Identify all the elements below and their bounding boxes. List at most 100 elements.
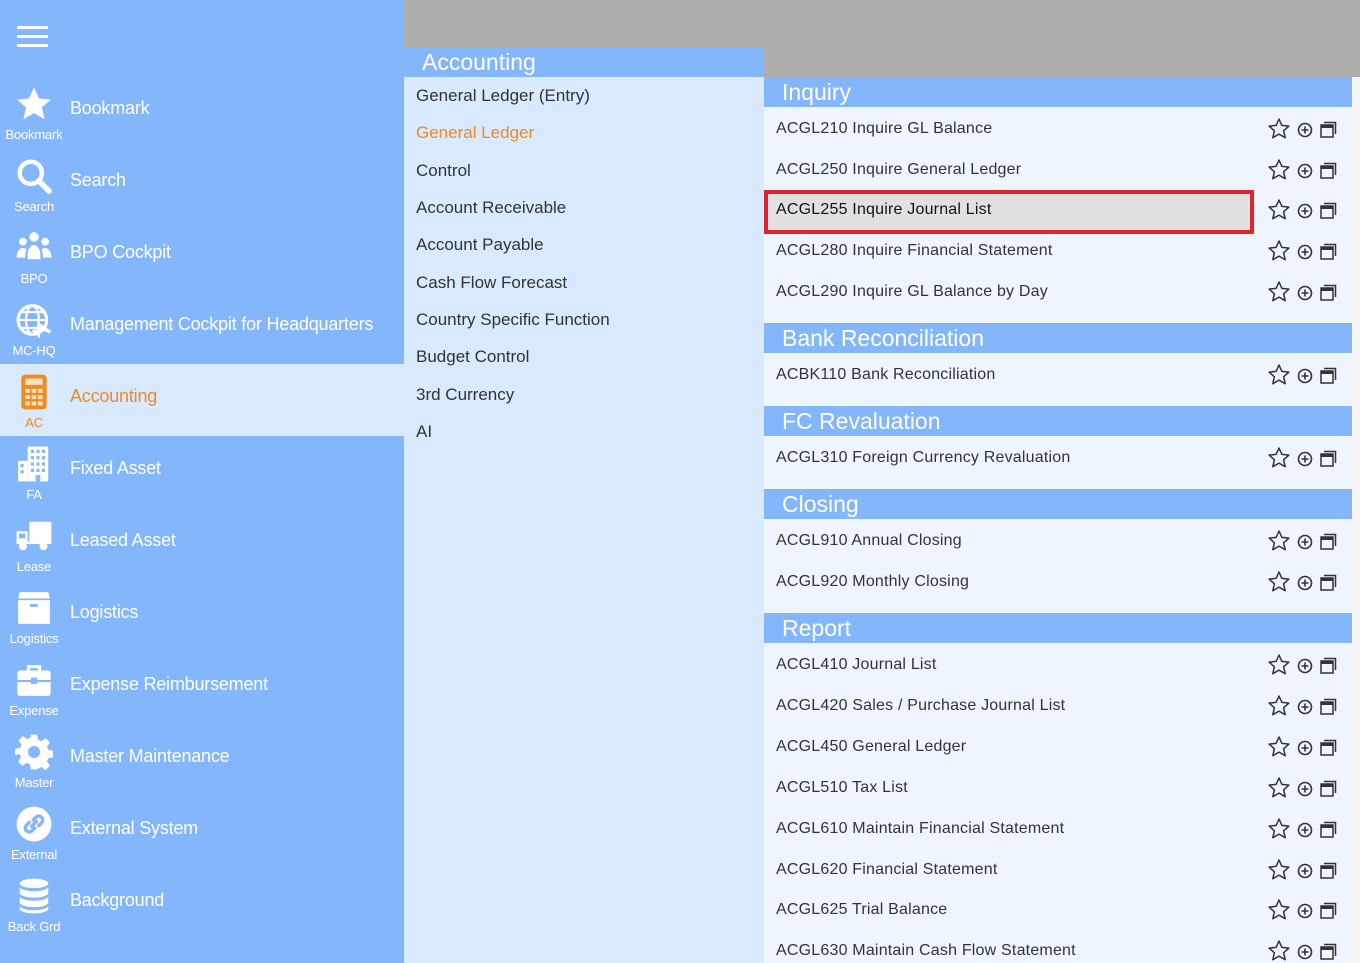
bookmark-star-icon[interactable] xyxy=(1267,529,1291,553)
bookmark-star-icon[interactable] xyxy=(1267,280,1291,304)
program-row[interactable]: ACGL310 Foreign Currency Revaluation xyxy=(764,438,1352,479)
category-item-3rd-currency[interactable]: 3rd Currency xyxy=(416,385,514,405)
program-label[interactable]: ACGL620 Financial Statement xyxy=(776,861,998,879)
category-item-ai[interactable]: AI xyxy=(416,422,432,442)
new-window-icon[interactable] xyxy=(1320,657,1337,674)
program-row[interactable]: ACGL210 Inquire GL Balance xyxy=(764,109,1352,150)
program-label[interactable]: ACGL255 Inquire Journal List xyxy=(776,201,992,219)
category-item-account-receivable[interactable]: Account Receivable xyxy=(416,198,566,218)
program-row[interactable]: ACGL450 General Ledger xyxy=(764,727,1352,768)
add-circle-icon[interactable] xyxy=(1297,740,1313,756)
program-label[interactable]: ACGL420 Sales / Purchase Journal List xyxy=(776,697,1065,715)
program-label[interactable]: ACGL450 General Ledger xyxy=(776,738,966,756)
sidebar-item-accounting[interactable]: AC Accounting xyxy=(0,364,404,436)
bookmark-star-icon[interactable] xyxy=(1267,158,1291,182)
new-window-icon[interactable] xyxy=(1320,121,1337,138)
program-row[interactable]: ACGL630 Maintain Cash Flow Statement xyxy=(764,931,1352,963)
program-label[interactable]: ACBK110 Bank Reconciliation xyxy=(776,366,995,384)
program-label[interactable]: ACGL310 Foreign Currency Revaluation xyxy=(776,449,1070,467)
program-row[interactable]: ACGL610 Maintain Financial Statement xyxy=(764,809,1352,850)
category-item-cash-flow-forecast[interactable]: Cash Flow Forecast xyxy=(416,273,567,293)
bookmark-star-icon[interactable] xyxy=(1267,570,1291,594)
bookmark-star-icon[interactable] xyxy=(1267,239,1291,263)
program-row[interactable]: ACBK110 Bank Reconciliation xyxy=(764,355,1352,396)
category-item-country-specific-function[interactable]: Country Specific Function xyxy=(416,310,610,330)
sidebar-item-fixed-asset[interactable]: FA Fixed Asset xyxy=(0,436,404,508)
bookmark-star-icon[interactable] xyxy=(1267,898,1291,922)
program-row[interactable]: ACGL510 Tax List xyxy=(764,768,1352,809)
program-label[interactable]: ACGL910 Annual Closing xyxy=(776,532,962,550)
new-window-icon[interactable] xyxy=(1320,902,1337,919)
add-circle-icon[interactable] xyxy=(1297,658,1313,674)
bookmark-star-icon[interactable] xyxy=(1267,776,1291,800)
new-window-icon[interactable] xyxy=(1320,284,1337,301)
add-circle-icon[interactable] xyxy=(1297,122,1313,138)
add-circle-icon[interactable] xyxy=(1297,203,1313,219)
bookmark-star-icon[interactable] xyxy=(1267,694,1291,718)
program-label[interactable]: ACGL510 Tax List xyxy=(776,779,908,797)
program-label[interactable]: ACGL410 Journal List xyxy=(776,656,937,674)
program-label[interactable]: ACGL250 Inquire General Ledger xyxy=(776,161,1021,179)
add-circle-icon[interactable] xyxy=(1297,285,1313,301)
program-row[interactable]: ACGL290 Inquire GL Balance by Day xyxy=(764,272,1352,313)
sidebar-item-expense[interactable]: Expense Expense Reimbursement xyxy=(0,652,404,724)
new-window-icon[interactable] xyxy=(1320,698,1337,715)
category-item-account-payable[interactable]: Account Payable xyxy=(416,235,544,255)
new-window-icon[interactable] xyxy=(1320,202,1337,219)
hamburger-menu-icon[interactable] xyxy=(17,26,48,48)
bookmark-star-icon[interactable] xyxy=(1267,446,1291,470)
add-circle-icon[interactable] xyxy=(1297,163,1313,179)
program-row[interactable]: ACGL625 Trial Balance xyxy=(764,890,1352,931)
new-window-icon[interactable] xyxy=(1320,574,1337,591)
program-label[interactable]: ACGL280 Inquire Financial Statement xyxy=(776,242,1052,260)
add-circle-icon[interactable] xyxy=(1297,368,1313,384)
sidebar-item-mc-hq[interactable]: MC-HQ Management Cockpit for Headquarter… xyxy=(0,292,404,364)
sidebar-item-logistics[interactable]: Logistics Logistics xyxy=(0,580,404,652)
program-row[interactable]: ACGL250 Inquire General Ledger xyxy=(764,150,1352,191)
bookmark-star-icon[interactable] xyxy=(1267,735,1291,759)
program-label[interactable]: ACGL625 Trial Balance xyxy=(776,901,947,919)
program-row[interactable]: ACGL620 Financial Statement xyxy=(764,850,1352,891)
new-window-icon[interactable] xyxy=(1320,450,1337,467)
program-label[interactable]: ACGL210 Inquire GL Balance xyxy=(776,120,992,138)
category-item-general-ledger[interactable]: General Ledger xyxy=(416,123,534,143)
bookmark-star-icon[interactable] xyxy=(1267,939,1291,963)
category-item-general-ledger-entry[interactable]: General Ledger (Entry) xyxy=(416,86,590,106)
new-window-icon[interactable] xyxy=(1320,862,1337,879)
bookmark-star-icon[interactable] xyxy=(1267,198,1291,222)
program-row[interactable]: ACGL255 Inquire Journal List xyxy=(764,190,1352,234)
sidebar-item-external[interactable]: External External System xyxy=(0,796,404,868)
program-label[interactable]: ACGL290 Inquire GL Balance by Day xyxy=(776,283,1048,301)
new-window-icon[interactable] xyxy=(1320,533,1337,550)
bookmark-star-icon[interactable] xyxy=(1267,363,1291,387)
program-row[interactable]: ACGL420 Sales / Purchase Journal List xyxy=(764,686,1352,727)
new-window-icon[interactable] xyxy=(1320,821,1337,838)
add-circle-icon[interactable] xyxy=(1297,244,1313,260)
program-row[interactable]: ACGL920 Monthly Closing xyxy=(764,562,1352,603)
add-circle-icon[interactable] xyxy=(1297,822,1313,838)
new-window-icon[interactable] xyxy=(1320,162,1337,179)
sidebar-item-search[interactable]: Search Search xyxy=(0,148,404,220)
sidebar-item-master[interactable]: Master Master Maintenance xyxy=(0,724,404,796)
add-circle-icon[interactable] xyxy=(1297,781,1313,797)
new-window-icon[interactable] xyxy=(1320,243,1337,260)
sidebar-item-bpo[interactable]: BPO BPO Cockpit xyxy=(0,220,404,292)
new-window-icon[interactable] xyxy=(1320,367,1337,384)
program-row[interactable]: ACGL410 Journal List xyxy=(764,645,1352,686)
program-label[interactable]: ACGL920 Monthly Closing xyxy=(776,573,969,591)
add-circle-icon[interactable] xyxy=(1297,575,1313,591)
add-circle-icon[interactable] xyxy=(1297,863,1313,879)
program-label[interactable]: ACGL610 Maintain Financial Statement xyxy=(776,820,1064,838)
sidebar-item-leased-asset[interactable]: Lease Leased Asset xyxy=(0,508,404,580)
program-row[interactable]: ACGL910 Annual Closing xyxy=(764,521,1352,562)
add-circle-icon[interactable] xyxy=(1297,534,1313,550)
add-circle-icon[interactable] xyxy=(1297,944,1313,960)
add-circle-icon[interactable] xyxy=(1297,903,1313,919)
sidebar-item-background[interactable]: Back Grd Background xyxy=(0,868,404,940)
add-circle-icon[interactable] xyxy=(1297,699,1313,715)
scrollbar[interactable] xyxy=(1352,77,1360,963)
new-window-icon[interactable] xyxy=(1320,780,1337,797)
bookmark-star-icon[interactable] xyxy=(1267,858,1291,882)
category-item-budget-control[interactable]: Budget Control xyxy=(416,347,529,367)
sidebar-item-bookmark[interactable]: Bookmark Bookmark xyxy=(0,76,404,148)
